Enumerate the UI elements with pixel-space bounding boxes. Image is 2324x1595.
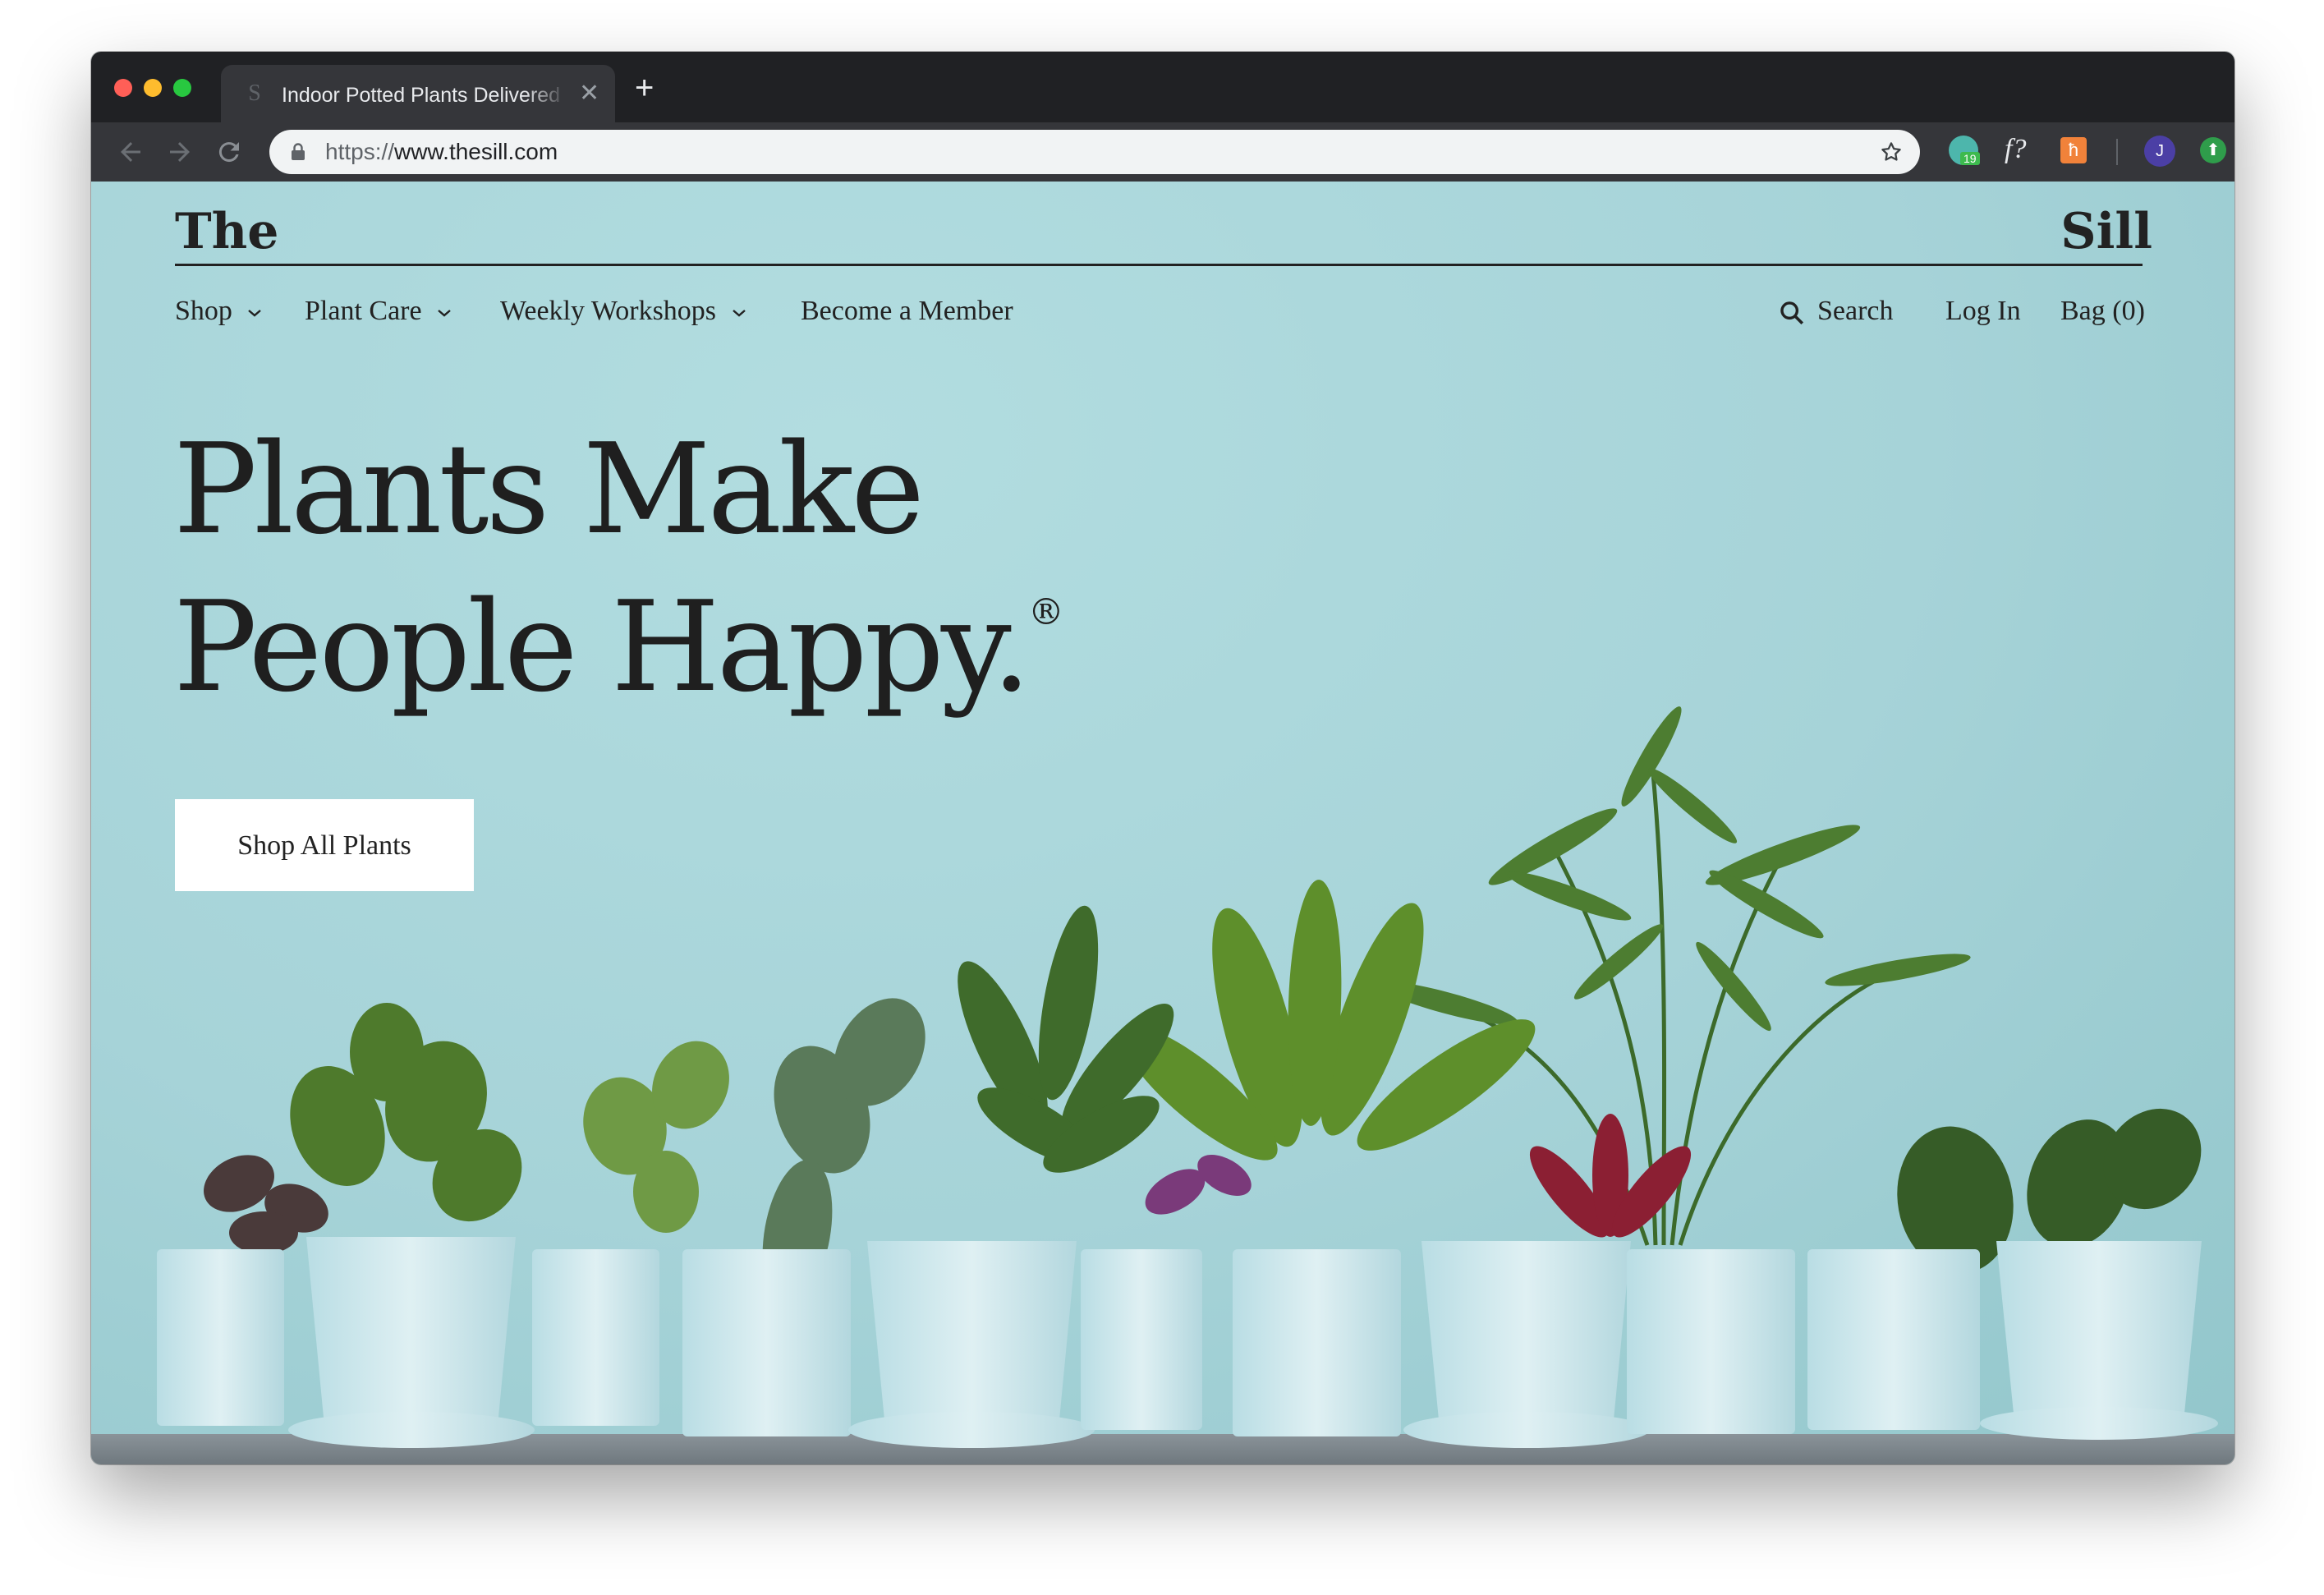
browser-window: S Indoor Potted Plants Delivered ✕ + htt…	[91, 52, 2234, 1464]
search-icon	[1780, 301, 1804, 325]
reload-icon[interactable]	[214, 137, 244, 167]
maximize-window-button[interactable]	[173, 79, 191, 97]
nav-weekly-workshops[interactable]: Weekly Workshops	[500, 295, 746, 328]
back-arrow-icon[interactable]	[116, 137, 145, 167]
extension-badge: 19	[1960, 152, 1980, 165]
bookmark-star-icon[interactable]	[1879, 140, 1904, 164]
hero-headline-line2: People Happy.	[173, 574, 1031, 719]
toolbar-divider	[2116, 139, 2118, 165]
site-logo-the[interactable]: The	[175, 203, 278, 260]
chevron-down-icon	[248, 310, 262, 317]
hero-headline: Plants Make People Happy.®	[173, 416, 1064, 710]
nav-become-member-label: Become a Member	[801, 296, 1013, 326]
hero-headline-line1: Plants Make	[173, 416, 925, 562]
registered-mark: ®	[1027, 591, 1064, 633]
header-rule	[175, 264, 2143, 266]
nav-shop-label: Shop	[175, 296, 232, 326]
close-window-button[interactable]	[114, 79, 132, 97]
nav-bag[interactable]: Bag (0)	[2060, 295, 2145, 328]
browser-toolbar: https://www.thesill.com 19 f? ћ J ⬆	[91, 122, 2234, 182]
font-extension-icon[interactable]: f?	[2005, 134, 2026, 165]
nav-shop[interactable]: Shop	[175, 295, 262, 328]
url-text: https://www.thesill.com	[325, 139, 558, 165]
h-extension-icon[interactable]: ћ	[2060, 137, 2087, 163]
shop-all-plants-button[interactable]: Shop All Plants	[175, 799, 474, 891]
chevron-down-icon	[438, 310, 451, 317]
chevron-down-icon	[732, 310, 746, 317]
tab-title: Indoor Potted Plants Delivered	[282, 84, 561, 107]
new-tab-button[interactable]: +	[635, 71, 654, 104]
site-logo-sill[interactable]: Sill	[2060, 203, 2152, 260]
nav-login[interactable]: Log In	[1945, 295, 2021, 328]
lock-icon	[292, 143, 305, 160]
nav-become-member[interactable]: Become a Member	[801, 295, 1013, 328]
minimize-window-button[interactable]	[144, 79, 162, 97]
update-icon[interactable]: ⬆	[2200, 137, 2226, 163]
url-host: www.thesill.com	[394, 139, 558, 164]
nav-search-label: Search	[1817, 296, 1894, 326]
nav-weekly-workshops-label: Weekly Workshops	[500, 296, 717, 326]
nav-plant-care[interactable]: Plant Care	[305, 295, 452, 328]
tab-close-icon[interactable]: ✕	[579, 81, 599, 106]
extension-counter-icon[interactable]: 19	[1949, 136, 1980, 165]
profile-avatar[interactable]: J	[2144, 136, 2175, 167]
site-favicon-icon: S	[248, 80, 261, 106]
tab-bar: S Indoor Potted Plants Delivered ✕ +	[91, 52, 2234, 122]
address-bar[interactable]: https://www.thesill.com	[269, 130, 1920, 174]
nav-search[interactable]: Search	[1778, 295, 1894, 328]
forward-arrow-icon[interactable]	[165, 137, 195, 167]
page-viewport: The Sill Shop Plant Care Weekly Workshop…	[91, 182, 2234, 1464]
active-tab[interactable]: S Indoor Potted Plants Delivered ✕	[221, 65, 615, 122]
nav-plant-care-label: Plant Care	[305, 296, 422, 326]
url-scheme: https://	[325, 139, 395, 164]
